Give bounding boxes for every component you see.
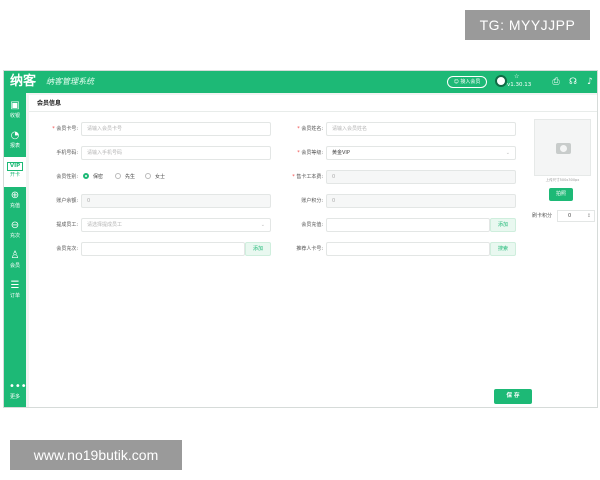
name-label: * 会员姓名: xyxy=(297,126,323,132)
photo-upload-area[interactable] xyxy=(534,119,591,176)
sidebar-item-recharge-count[interactable]: ⊖ 充次 xyxy=(4,217,26,247)
gender-label: 会员性别: xyxy=(56,174,78,180)
cashier-icon: ▣ xyxy=(10,100,20,111)
watermark-bottom: www.no19butik.com xyxy=(10,440,182,470)
stepper-arrows-icon[interactable]: ↕ xyxy=(587,211,591,221)
more-dots-icon: ••• xyxy=(9,381,27,392)
phone-input[interactable]: 请输入手机号码 xyxy=(81,146,271,160)
count-recharge-input[interactable] xyxy=(81,242,245,256)
save-button[interactable]: 保 存 xyxy=(494,389,532,404)
count-recharge-label: 会员充次: xyxy=(56,246,78,252)
top-bar: 纳客 纳客管理系统 ☺ 接入会员 ☆ v1.30.13 ⎙ ☊ ♪ xyxy=(4,71,597,93)
sidebar: ▣ 收银 ◔ 报表 VIP 开卡 ⊕ 充值 ⊖ 充次 ♙ 会员 ☰ 订单 ••• xyxy=(4,93,27,408)
photo-size-hint: 上传尺寸500x300px xyxy=(545,178,580,182)
sidebar-item-member[interactable]: ♙ 会员 xyxy=(4,247,26,277)
app-window: 纳客 纳客管理系统 ☺ 接入会员 ☆ v1.30.13 ⎙ ☊ ♪ ▣ 收银 ◔… xyxy=(3,70,598,408)
take-photo-button[interactable]: 拍照 xyxy=(549,188,573,201)
camera-icon xyxy=(556,143,571,154)
app-slogan: 纳客管理系统 xyxy=(46,77,94,86)
version-label: v1.30.13 xyxy=(507,82,532,88)
points-label: 账户积分: xyxy=(301,198,323,204)
recharge-icon: ⊕ xyxy=(10,190,20,201)
card-fee-input[interactable]: 0 xyxy=(326,170,516,184)
level-label: * 会员等级: xyxy=(297,150,323,156)
gender-radio-male[interactable]: 先生 xyxy=(115,170,135,184)
sidebar-item-order[interactable]: ☰ 订单 xyxy=(4,277,26,307)
chevron-down-icon: ⌄ xyxy=(505,150,510,156)
order-list-icon: ☰ xyxy=(10,280,20,291)
vip-card-icon: VIP xyxy=(7,162,23,171)
user-avatar[interactable] xyxy=(495,75,507,87)
card-no-label: * 会员卡号: xyxy=(52,126,78,132)
main-panel: 会员信息 * 会员卡号: 请输入会员卡号 * 会员姓名: 请输入会员姓名 手机号… xyxy=(29,95,597,407)
staff-label: 提成员工: xyxy=(56,222,78,228)
member-icon: ♙ xyxy=(10,250,20,261)
card-points-input[interactable]: 0 ↕ xyxy=(557,210,595,222)
balance-input[interactable]: 0 xyxy=(81,194,271,208)
headset-icon[interactable]: ☊ xyxy=(567,76,579,88)
page-title: 会员信息 xyxy=(37,100,62,107)
bell-icon[interactable]: ♪ xyxy=(584,76,596,88)
sidebar-item-cashier[interactable]: ▣ 收银 xyxy=(4,97,26,127)
recharge-count-icon: ⊖ xyxy=(10,220,20,231)
watermark-top: TG: MYYJJPP xyxy=(465,10,590,40)
card-points-label: 刷卡积分 xyxy=(532,213,553,219)
sidebar-item-report[interactable]: ◔ 报表 xyxy=(4,127,26,157)
points-input[interactable]: 0 xyxy=(326,194,516,208)
balance-label: 账户余额: xyxy=(56,198,78,204)
card-fee-label: * 售卡工本费: xyxy=(292,174,323,180)
gender-radio-secret[interactable]: 保密 xyxy=(83,170,103,184)
staff-select[interactable]: 请选择提成员工 ⌄ xyxy=(81,218,271,232)
join-member-button[interactable]: ☺ 接入会员 xyxy=(447,76,487,88)
sidebar-item-open-card[interactable]: VIP 开卡 xyxy=(4,157,26,187)
card-no-input[interactable]: 请输入会员卡号 xyxy=(81,122,271,136)
sidebar-item-recharge[interactable]: ⊕ 充值 xyxy=(4,187,26,217)
printer-icon[interactable]: ⎙ xyxy=(550,76,562,88)
recharge-add-button[interactable]: 添加 xyxy=(490,218,516,232)
title-divider xyxy=(29,111,597,112)
recharge-label: 会员充值: xyxy=(301,222,323,228)
version-star-icon: ☆ xyxy=(514,73,520,80)
referrer-search-button[interactable]: 搜索 xyxy=(490,242,516,256)
report-chart-icon: ◔ xyxy=(10,130,20,141)
gender-radio-female[interactable]: 女士 xyxy=(145,170,165,184)
referrer-label: 推荐人卡号: xyxy=(296,246,323,252)
name-input[interactable]: 请输入会员姓名 xyxy=(326,122,516,136)
phone-label: 手机号码: xyxy=(56,150,78,156)
count-recharge-add-button[interactable]: 添加 xyxy=(245,242,271,256)
recharge-input[interactable] xyxy=(326,218,490,232)
chevron-down-icon: ⌄ xyxy=(260,222,265,228)
sidebar-item-more[interactable]: ••• 更多 xyxy=(4,378,27,408)
app-logo: 纳客 xyxy=(10,74,37,89)
referrer-input[interactable] xyxy=(326,242,490,256)
level-select[interactable]: 黄金VIP ⌄ xyxy=(326,146,516,160)
